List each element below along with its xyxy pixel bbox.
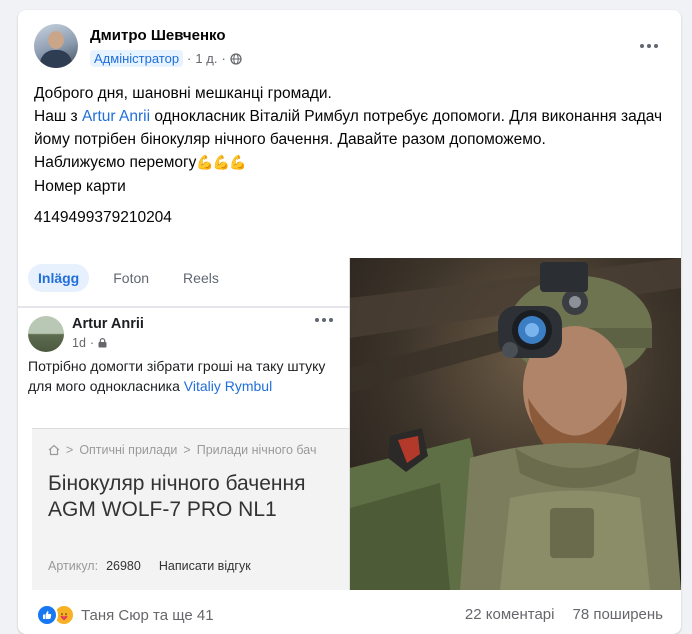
reaction-names[interactable]: Таня Сюр та ще 41 (81, 607, 214, 624)
post-meta: Адміністратор · 1 д. · (90, 50, 242, 67)
card-number: 4149499379210204 (34, 209, 172, 226)
sku-value: 26980 (106, 559, 141, 573)
soldier-photo-illustration (350, 258, 681, 590)
globe-icon[interactable] (230, 52, 242, 65)
meta-separator: · (187, 51, 192, 66)
comments-count[interactable]: 22 коментарі (465, 606, 555, 623)
product-sku: Артикул: 26980 Написати відгук (48, 559, 251, 573)
tab-foton: Foton (113, 270, 150, 286)
lock-icon (98, 338, 107, 348)
mention-vitaliy-rymbul: Vitaliy Rymbul (183, 378, 273, 394)
author-name[interactable]: Дмитро Шевченко (90, 27, 226, 44)
embedded-text-start: Потрібно домогти зібрати гроші на таку ш… (28, 358, 326, 394)
product-card: > Оптичні прилади > Прилади нічного бач … (32, 428, 349, 590)
post-text: Доброго дня, шановні мешканці громади. Н… (34, 82, 664, 229)
post-line-4: Номер карти (34, 178, 126, 195)
engagement-counts: 22 коментарі 78 поширень (465, 606, 663, 623)
embedded-author-avatar (28, 316, 64, 352)
meta-separator-2: · (221, 51, 226, 66)
author-avatar[interactable] (34, 24, 78, 68)
embedded-meta: 1d · (72, 336, 107, 350)
like-icon (36, 604, 58, 626)
post-line-3-text: Наближуємо перемогу (34, 154, 197, 171)
post-line-2: Наш з Artur Anrii однокласник Віталій Ри… (34, 105, 664, 151)
embedded-post-screenshot[interactable]: Inlägg Foton Reels Artur Anrii 1d · Потр… (18, 258, 350, 590)
post-time[interactable]: 1 д. (195, 51, 217, 66)
embedded-tabs: Inlägg Foton Reels (28, 264, 229, 292)
embedded-more-icon (315, 318, 333, 322)
breadcrumb: > Оптичні прилади > Прилади нічного бач (48, 443, 316, 457)
tab-inlagg: Inlägg (28, 264, 90, 292)
breadcrumb-sep-1: > (66, 443, 74, 457)
sku-label: Артикул: (48, 559, 99, 573)
reactions[interactable]: Таня Сюр та ще 41 (36, 604, 214, 626)
breadcrumb-item-2: Прилади нічного бач (196, 443, 317, 457)
soldier-photo[interactable] (350, 258, 681, 590)
shares-count[interactable]: 78 поширень (572, 606, 663, 623)
post-footer: Таня Сюр та ще 41 22 коментарі 78 пошире… (18, 590, 681, 634)
tabs-divider (18, 306, 349, 308)
embedded-separator: · (89, 336, 95, 350)
more-options-icon[interactable] (631, 32, 667, 60)
post-line-3: Наближуємо перемогу💪💪💪 (34, 151, 664, 175)
home-icon (48, 444, 60, 456)
post-line-1: Доброго дня, шановні мешканці громади. (34, 85, 332, 102)
breadcrumb-sep-2: > (183, 443, 191, 457)
embedded-time: 1d (72, 336, 86, 350)
post-card: Дмитро Шевченко Адміністратор · 1 д. · Д… (18, 10, 681, 634)
write-review-link: Написати відгук (158, 559, 251, 573)
breadcrumb-item-1: Оптичні прилади (79, 443, 178, 457)
role-badge[interactable]: Адміністратор (90, 50, 184, 67)
avatar-head (48, 31, 64, 49)
flexed-biceps-emoji: 💪💪💪 (196, 155, 246, 171)
product-title: Бінокуляр нічного бачення AGM WOLF-7 PRO… (48, 472, 306, 521)
avatar-shoulders (40, 50, 72, 68)
embedded-author-name: Artur Anrii (72, 316, 144, 332)
embedded-text: Потрібно домогти зібрати гроші на таку ш… (28, 356, 328, 396)
tab-reels: Reels (183, 270, 219, 286)
mention-artur-anrii[interactable]: Artur Anrii (82, 108, 150, 125)
post-line-2-start: Наш з (34, 108, 82, 125)
